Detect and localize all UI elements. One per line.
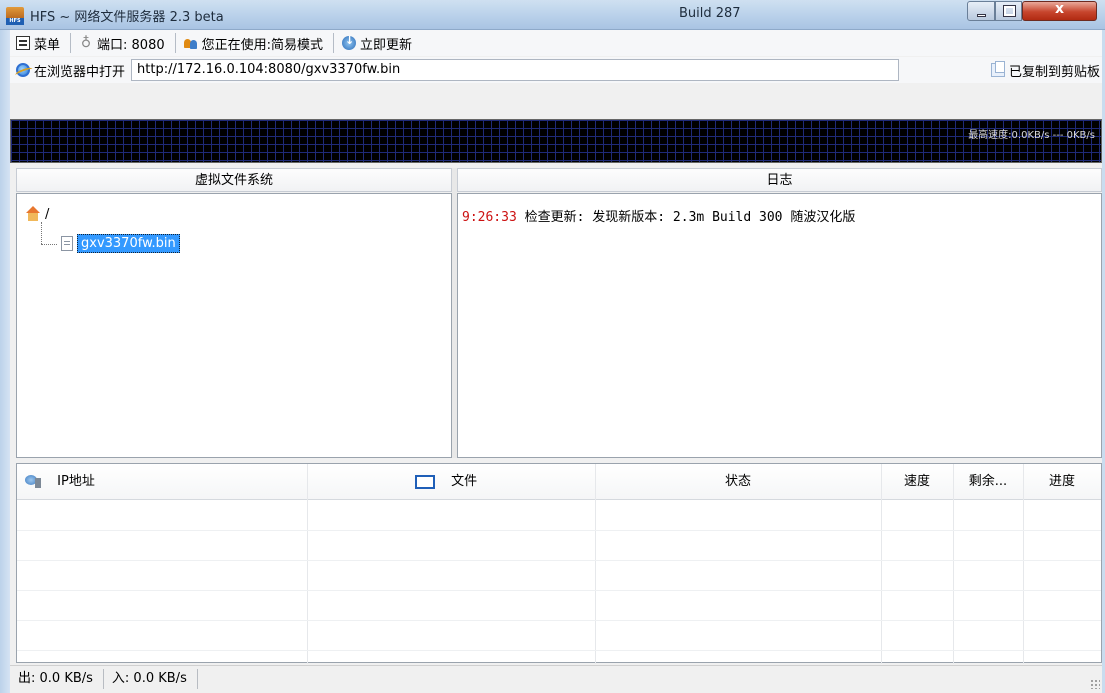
open-in-browser-button[interactable]: 在浏览器中打开 xyxy=(10,58,125,82)
file-icon xyxy=(61,236,73,251)
maximize-button[interactable] xyxy=(995,1,1022,21)
title-bar[interactable]: HFS HFS ~ 网络文件服务器 2.3 beta Build 287 x xyxy=(0,0,1105,30)
minimize-button[interactable] xyxy=(967,1,995,21)
mode-button[interactable]: 您正在使用:简易模式 xyxy=(178,31,331,55)
address-bar: 在浏览器中打开 http://172.16.0.104:8080/gxv3370… xyxy=(10,57,1102,83)
resize-grip-icon[interactable] xyxy=(1090,679,1100,689)
column-file-label: 文件 xyxy=(451,474,478,489)
status-bar: 出: 0.0 KB/s 入: 0.0 KB/s xyxy=(10,665,1102,691)
column-header-progress[interactable]: 进度 xyxy=(1023,464,1101,500)
column-progress-label: 进度 xyxy=(1048,474,1075,489)
column-divider xyxy=(1023,464,1024,664)
main-toolbar: 菜单 ♁ 端口: 8080 您正在使用:简易模式 立即更新 xyxy=(10,30,1102,56)
tree-file-label: gxv3370fw.bin xyxy=(77,234,180,253)
speed-graph-label: 最高速度:0.0KB/s --- 0KB/s xyxy=(968,130,1095,141)
network-icon xyxy=(25,474,43,489)
window-title: HFS ~ 网络文件服务器 2.3 beta xyxy=(30,10,224,25)
window-icon xyxy=(415,474,435,489)
tree-root-label: / xyxy=(45,206,50,222)
column-header-ip[interactable]: IP地址 xyxy=(25,464,95,500)
open-in-browser-label: 在浏览器中打开 xyxy=(34,64,126,80)
log-entry-message: 检查更新: 发现新版本: 2.3m Build 300 随波汉化版 xyxy=(524,210,856,225)
download-speed: 入: 0.0 KB/s xyxy=(104,668,198,689)
row-divider xyxy=(17,650,1101,651)
tree-file-item[interactable]: gxv3370fw.bin xyxy=(61,234,180,253)
copy-to-clipboard-button[interactable]: 已复制到剪贴板 xyxy=(990,57,1100,83)
hfs-app-icon: HFS xyxy=(6,7,24,25)
copied-label: 已复制到剪贴板 xyxy=(1008,64,1100,80)
column-status-label: 状态 xyxy=(724,474,751,489)
log-entry-time: 9:26:33 xyxy=(462,210,517,225)
speed-graph: 最高速度:0.0KB/s --- 0KB/s xyxy=(10,119,1102,163)
port-button[interactable]: ♁ 端口: 8080 xyxy=(73,31,173,55)
minimize-icon xyxy=(977,14,986,17)
row-divider xyxy=(17,620,1101,621)
users-icon xyxy=(183,36,198,50)
update-button[interactable]: 立即更新 xyxy=(336,31,420,55)
toolbar-separator xyxy=(333,33,335,53)
column-remaining-label: 剩余... xyxy=(968,474,1008,489)
connections-header: IP地址 文件 状态 速度 剩余... 进度 xyxy=(17,464,1101,500)
mode-label: 您正在使用:简易模式 xyxy=(201,37,324,53)
log-entry: 9:26:33 检查更新: 发现新版本: 2.3m Build 300 随波汉化… xyxy=(462,206,855,225)
update-label: 立即更新 xyxy=(360,37,413,53)
browser-icon xyxy=(16,63,30,77)
tree-connector xyxy=(41,222,42,244)
log-header: 日志 xyxy=(457,168,1102,192)
url-field[interactable]: http://172.16.0.104:8080/gxv3370fw.bin xyxy=(131,59,900,81)
column-header-speed[interactable]: 速度 xyxy=(881,464,953,500)
menu-button[interactable]: 菜单 xyxy=(10,31,68,55)
connections-table[interactable]: IP地址 文件 状态 速度 剩余... 进度 xyxy=(16,463,1102,664)
upload-speed: 出: 0.0 KB/s xyxy=(10,668,104,689)
row-divider xyxy=(17,560,1101,561)
row-divider xyxy=(17,590,1101,591)
log-panel[interactable]: 9:26:33 检查更新: 发现新版本: 2.3m Build 300 随波汉化… xyxy=(457,193,1102,458)
toolbar-separator xyxy=(70,33,72,53)
toolbar-separator xyxy=(174,33,176,53)
column-divider xyxy=(595,464,596,664)
close-icon: x xyxy=(1054,1,1065,17)
menu-icon xyxy=(16,36,30,50)
column-divider xyxy=(307,464,308,664)
column-divider xyxy=(953,464,954,664)
update-icon xyxy=(342,34,357,50)
plug-icon: ♁ xyxy=(80,35,92,51)
column-header-file[interactable]: 文件 xyxy=(415,464,477,500)
column-header-status[interactable]: 状态 xyxy=(595,464,881,500)
tree-connector xyxy=(41,244,57,245)
column-ip-label: IP地址 xyxy=(57,474,95,489)
tree-root-item[interactable]: / xyxy=(25,206,49,222)
window-build: Build 287 xyxy=(679,6,741,21)
vfs-tree[interactable]: / gxv3370fw.bin xyxy=(16,193,452,458)
window-frame-left xyxy=(0,30,10,693)
menu-label: 菜单 xyxy=(34,37,61,53)
port-label: 端口: 8080 xyxy=(97,37,165,53)
column-divider xyxy=(881,464,882,664)
column-header-remaining[interactable]: 剩余... xyxy=(953,464,1023,500)
clipboard-icon xyxy=(990,61,1005,77)
column-speed-label: 速度 xyxy=(903,474,930,489)
row-divider xyxy=(17,530,1101,531)
vfs-header: 虚拟文件系统 xyxy=(16,168,452,192)
maximize-icon xyxy=(1003,5,1016,17)
home-icon xyxy=(25,206,41,222)
close-button[interactable]: x xyxy=(1022,1,1097,21)
